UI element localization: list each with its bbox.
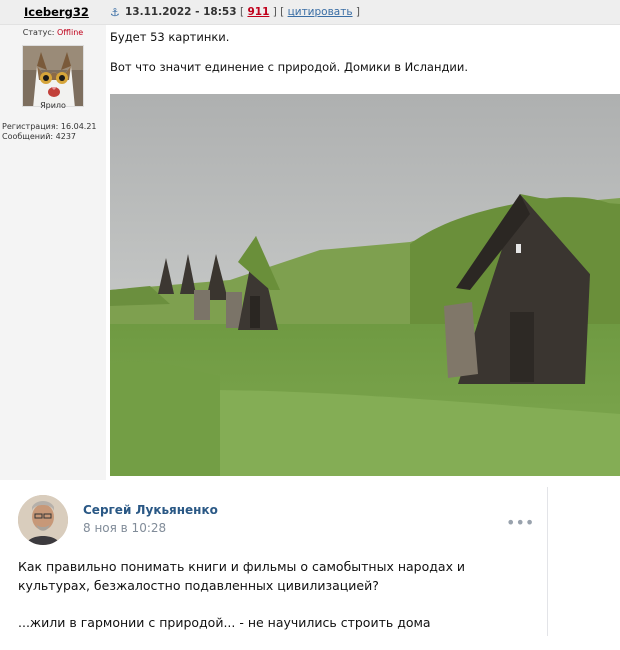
- author-photo: [18, 495, 68, 545]
- post-date: 13.11.2022 - 18:53: [125, 6, 237, 18]
- vk-post-paragraph: Как правильно понимать книги и фильмы о …: [18, 559, 466, 593]
- post-actions: [ 911 ] [ цитировать ]: [240, 6, 360, 18]
- user-stats: Регистрация: 16.04.21 Сообщений: 4237: [2, 122, 97, 142]
- iceland-turf-houses-photo[interactable]: [110, 94, 620, 476]
- post-text-line: Вот что значит единение с природой. Доми…: [110, 60, 469, 74]
- user-rank: Ярило: [40, 101, 66, 110]
- forum-username[interactable]: Iceberg32: [24, 5, 89, 19]
- post-text: Будет 53 картинки. Вот что значит единен…: [110, 29, 468, 89]
- vk-author-name[interactable]: Сергей Лукьяненко: [83, 503, 218, 517]
- anchor-icon[interactable]: ⚓: [110, 6, 120, 19]
- cat-avatar-image: [23, 46, 83, 106]
- more-options-icon[interactable]: •••: [506, 513, 534, 532]
- status-offline: Offline: [56, 28, 84, 37]
- vk-post-date[interactable]: 8 ноя в 10:28: [83, 521, 166, 535]
- vk-post-text: Как правильно понимать книги и фильмы о …: [18, 557, 538, 650]
- post-number-link[interactable]: 911: [247, 6, 269, 18]
- user-status: Статус: Offline: [22, 28, 84, 37]
- user-sidebar: Статус: Offline Ярило Регистрация: 16.04…: [0, 25, 106, 480]
- message-count: Сообщений: 4237: [2, 132, 76, 141]
- vk-author-avatar[interactable]: [18, 495, 68, 545]
- post-text-line: Будет 53 картинки.: [110, 30, 230, 44]
- vk-post-paragraph: ...жили в гармонии с природой... - не на…: [18, 615, 431, 630]
- registration-date: Регистрация: 16.04.21: [2, 122, 97, 131]
- forum-post-body: Будет 53 картинки. Вот что значит единен…: [110, 25, 620, 480]
- quote-link[interactable]: цитировать: [288, 6, 353, 18]
- photo-illustration: [110, 94, 620, 476]
- user-avatar[interactable]: [22, 45, 84, 107]
- forum-post-header: Iceberg32 ⚓ 13.11.2022 - 18:53 [ 911 ] […: [0, 0, 620, 25]
- vk-post-card: Сергей Лукьяненко 8 ноя в 10:28 ••• Как …: [0, 487, 548, 636]
